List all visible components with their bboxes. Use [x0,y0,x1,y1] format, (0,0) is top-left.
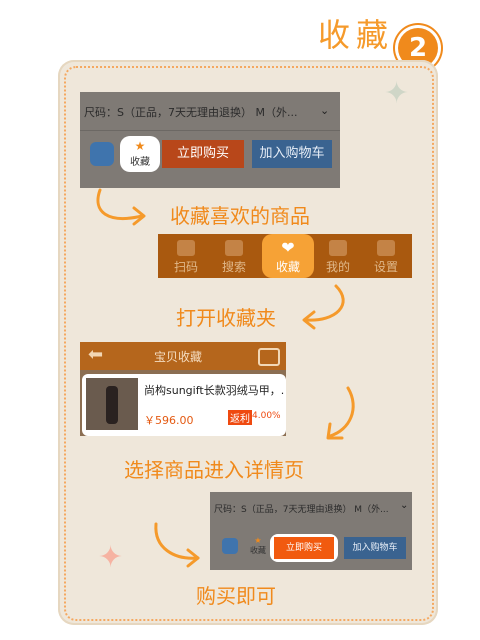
star-icon: ★ [254,536,262,545]
share-icon[interactable] [90,142,114,166]
step1-arrow [96,188,146,226]
star-icon: ★ [134,139,146,153]
search-icon [225,240,243,256]
rebate-tag: 返利 [228,410,252,425]
page-title: 收藏 [318,16,395,54]
step3-caption: 选择商品进入详情页 [124,458,304,482]
favorite-item[interactable]: 尚构sungift长款羽绒马甲，... ￥596.00 返利 4.00% [82,374,286,436]
buy-now-label: 立即购买 [285,543,322,553]
chevron-down-icon[interactable]: ⌄ [320,104,329,117]
buy-screenshot: 尺码：S（正品，7天无理由退换） M（外... ⌄ ★ 收藏 立即购买 加入购物… [210,492,412,570]
nav-label: 搜索 [221,260,246,274]
nav-label: 我的 [325,260,350,274]
size-text: 尺码：S（正品，7天无理由退换） M（外... [84,106,298,119]
sparkle-icon: ✦ [98,540,124,575]
nav-item-mine[interactable]: 我的 [320,240,356,275]
step3-arrow [326,386,355,440]
buy-now-button[interactable]: 立即购买 [274,537,334,559]
product-actions-screenshot: 尺码：S（正品，7天无理由退换） M（外... ⌄ ★ 收藏 立即购买 加入购物… [80,92,340,188]
size-selector[interactable]: 尺码：S（正品，7天无理由退换） M（外... [84,104,334,124]
favorite-label: 收藏 [250,546,266,555]
nav-item-scan[interactable]: 扫码 [168,240,204,275]
buy-now-button[interactable]: 立即购买 [162,140,244,168]
nav-item-settings[interactable]: 设置 [368,240,404,275]
add-to-cart-button[interactable]: 加入购物车 [252,140,332,168]
step4-caption: 购买即可 [196,584,276,608]
grid-icon [377,240,395,256]
back-arrow-icon[interactable]: ⬅ [88,344,103,365]
shop-icon[interactable] [258,348,280,366]
divider [80,130,340,131]
favorites-list-screenshot: ⬅ 宝贝收藏 尚构sungift长款羽绒马甲，... ￥596.00 返利 4.… [80,342,286,436]
favorites-header: ⬅ 宝贝收藏 [80,342,286,370]
add-to-cart-label: 加入购物车 [259,146,325,161]
favorites-title: 宝贝收藏 [154,350,203,364]
size-text: 尺码：S（正品，7天无理由退换） M（外... [214,505,389,515]
favorite-label: 收藏 [130,157,150,168]
size-selector[interactable]: 尺码：S（正品，7天无理由退换） M（外... [214,502,400,515]
step1-caption: 收藏喜欢的商品 [170,204,310,228]
nav-label: 设置 [373,260,398,274]
step4-arrow [154,522,200,568]
user-icon [329,240,347,256]
share-icon[interactable] [222,538,238,554]
buy-now-label: 立即购买 [176,146,229,161]
rebate-label: 返利 [230,414,250,425]
sparkle-icon: ✦ [384,76,410,111]
product-thumbnail [86,378,138,430]
scan-icon [177,240,195,256]
favorite-button[interactable]: ★ 收藏 [248,536,268,558]
step2-arrow [302,284,345,330]
add-to-cart-label: 加入购物车 [352,543,398,553]
heart-icon: ❤ [281,238,295,257]
nav-item-search[interactable]: 搜索 [216,240,252,275]
product-name: 尚构sungift长款羽绒马甲，... [144,384,284,397]
nav-label: 扫码 [173,260,198,274]
add-to-cart-button[interactable]: 加入购物车 [344,537,406,559]
rebate-percent: 4.00% [252,411,281,421]
nav-label: 收藏 [275,260,300,274]
favorite-button[interactable]: ★ 收藏 [120,136,160,172]
step2-caption: 打开收藏夹 [176,306,276,330]
nav-item-favorites[interactable]: ❤ 收藏 [262,234,314,278]
bottom-nav-screenshot: 扫码 搜索 ❤ 收藏 我的 设置 [158,234,412,278]
chevron-down-icon[interactable]: ⌄ [400,500,408,511]
product-price: ￥596.00 [144,414,194,427]
